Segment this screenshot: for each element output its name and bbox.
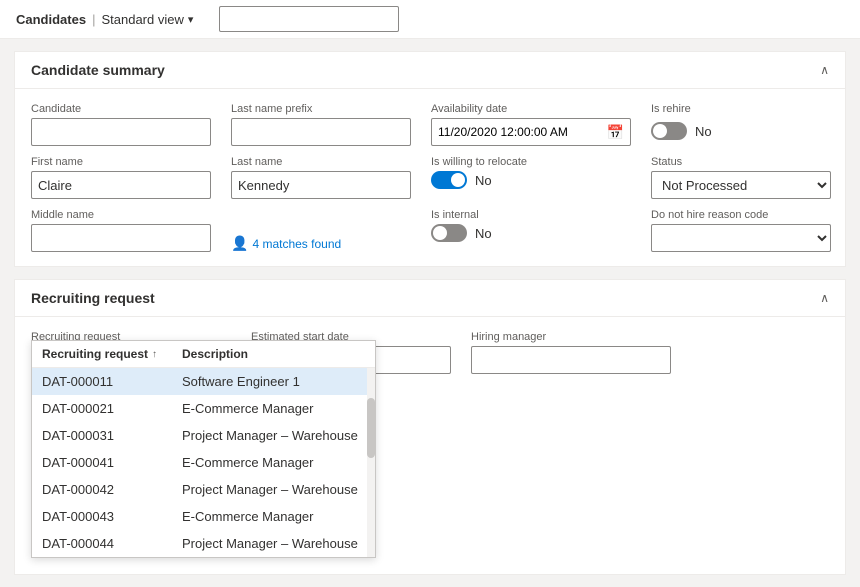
candidate-form-row1: Candidate Last name prefix Availability … [31,103,829,146]
row-id: DAT-000011 [42,374,182,389]
is-rehire-field: Is rehire No [651,103,831,146]
row-desc: Project Manager – Warehouse [182,536,365,551]
status-field: Status Not Processed Processed Hired Rej… [651,156,831,199]
matches-text: 4 matches found [252,237,341,251]
row-desc: Software Engineer 1 [182,374,365,389]
row-desc: E-Commerce Manager [182,401,365,416]
last-name-prefix-input[interactable] [231,118,411,146]
last-name-prefix-label: Last name prefix [231,103,411,115]
hiring-manager-field: Hiring manager [471,331,671,374]
dropdown-row[interactable]: DAT-000042 Project Manager – Warehouse [32,476,375,503]
availability-date-field: Availability date 📅 [431,103,631,146]
is-willing-row: No [431,171,631,189]
row-id: DAT-000043 [42,509,182,524]
is-rehire-label: Is rehire [651,103,831,115]
dropdown-header: Recruiting request ↑ Description [32,341,375,368]
candidate-label: Candidate [31,103,211,115]
row-id: DAT-000041 [42,455,182,470]
row-desc: Project Manager – Warehouse [182,428,365,443]
top-bar-separator: | [92,12,95,27]
row-id: DAT-000031 [42,428,182,443]
is-willing-toggle[interactable] [431,171,467,189]
is-rehire-value: No [695,124,712,139]
is-internal-label: Is internal [431,209,631,221]
row-id: DAT-000042 [42,482,182,497]
dropdown-scrollbar[interactable] [367,368,375,557]
dropdown-col1-header[interactable]: Recruiting request ↑ [42,347,182,361]
is-willing-value: No [475,173,492,188]
matches-icon: 👤 [231,235,248,252]
row-desc: Project Manager – Warehouse [182,482,365,497]
availability-date-wrapper: 📅 [431,118,631,146]
recruiting-request-header: Recruiting request [15,280,845,317]
candidate-field: Candidate [31,103,211,146]
middle-name-label: Middle name [31,209,211,221]
dropdown-row[interactable]: DAT-000041 E-Commerce Manager [32,449,375,476]
dropdown-rows-container: DAT-000011 Software Engineer 1 DAT-00002… [32,368,375,557]
matches-field: 👤 4 matches found [231,209,411,252]
availability-date-label: Availability date [431,103,631,115]
is-rehire-row: No [651,118,831,140]
do-not-hire-select[interactable] [651,224,831,252]
recruiting-dropdown: Recruiting request ↑ Description DAT-000… [31,340,376,558]
dropdown-row[interactable]: DAT-000011 Software Engineer 1 [32,368,375,395]
availability-date-input[interactable] [432,125,601,139]
last-name-input[interactable] [231,171,411,199]
top-bar-view[interactable]: Standard view ▾ [101,12,193,27]
middle-name-field: Middle name [31,209,211,252]
candidate-form-row2: First name Last name Is willing to reloc… [31,156,829,199]
is-internal-field: Is internal No [431,209,631,252]
first-name-input[interactable] [31,171,211,199]
candidate-summary-header: Candidate summary [15,52,845,89]
matches-link[interactable]: 👤 4 matches found [231,235,411,252]
recruiting-request-title: Recruiting request [31,290,155,306]
sort-icon: ↑ [152,349,157,360]
last-name-prefix-field: Last name prefix [231,103,411,146]
row-id: DAT-000044 [42,536,182,551]
candidate-summary-toggle[interactable] [820,63,829,77]
candidate-summary-title: Candidate summary [31,62,165,78]
dropdown-row[interactable]: DAT-000043 E-Commerce Manager [32,503,375,530]
last-name-label: Last name [231,156,411,168]
recruiting-request-section: Recruiting request Recruiting request ▼ … [14,279,846,575]
candidate-summary-section: Candidate summary Candidate Last name pr… [14,51,846,267]
row-id: DAT-000021 [42,401,182,416]
scrollbar-thumb [367,398,375,458]
status-label: Status [651,156,831,168]
dropdown-col2-header[interactable]: Description [182,347,365,361]
dropdown-row[interactable]: DAT-000021 E-Commerce Manager [32,395,375,422]
do-not-hire-field: Do not hire reason code [651,209,831,252]
candidate-form-row3: Middle name 👤 4 matches found Is interna… [31,209,829,252]
first-name-label: First name [31,156,211,168]
is-internal-value: No [475,226,492,241]
top-bar-title: Candidates [16,12,86,27]
is-willing-field: Is willing to relocate No [431,156,631,199]
is-willing-label: Is willing to relocate [431,156,631,168]
top-bar: Candidates | Standard view ▾ [0,0,860,39]
status-select[interactable]: Not Processed Processed Hired Rejected [651,171,831,199]
dropdown-row[interactable]: DAT-000044 Project Manager – Warehouse [32,530,375,557]
first-name-field: First name [31,156,211,199]
is-internal-row: No [431,224,631,242]
candidate-input[interactable] [31,118,211,146]
calendar-icon[interactable]: 📅 [601,124,630,141]
hiring-manager-label: Hiring manager [471,331,671,343]
dropdown-row[interactable]: DAT-000031 Project Manager – Warehouse [32,422,375,449]
hiring-manager-input[interactable] [471,346,671,374]
row-desc: E-Commerce Manager [182,509,365,524]
middle-name-input[interactable] [31,224,211,252]
recruiting-request-toggle[interactable] [820,291,829,305]
is-internal-toggle[interactable] [431,224,467,242]
last-name-field: Last name [231,156,411,199]
do-not-hire-label: Do not hire reason code [651,209,831,221]
is-rehire-toggle[interactable] [651,122,687,140]
top-search-input[interactable] [219,6,399,32]
candidate-summary-body: Candidate Last name prefix Availability … [15,89,845,266]
row-desc: E-Commerce Manager [182,455,365,470]
